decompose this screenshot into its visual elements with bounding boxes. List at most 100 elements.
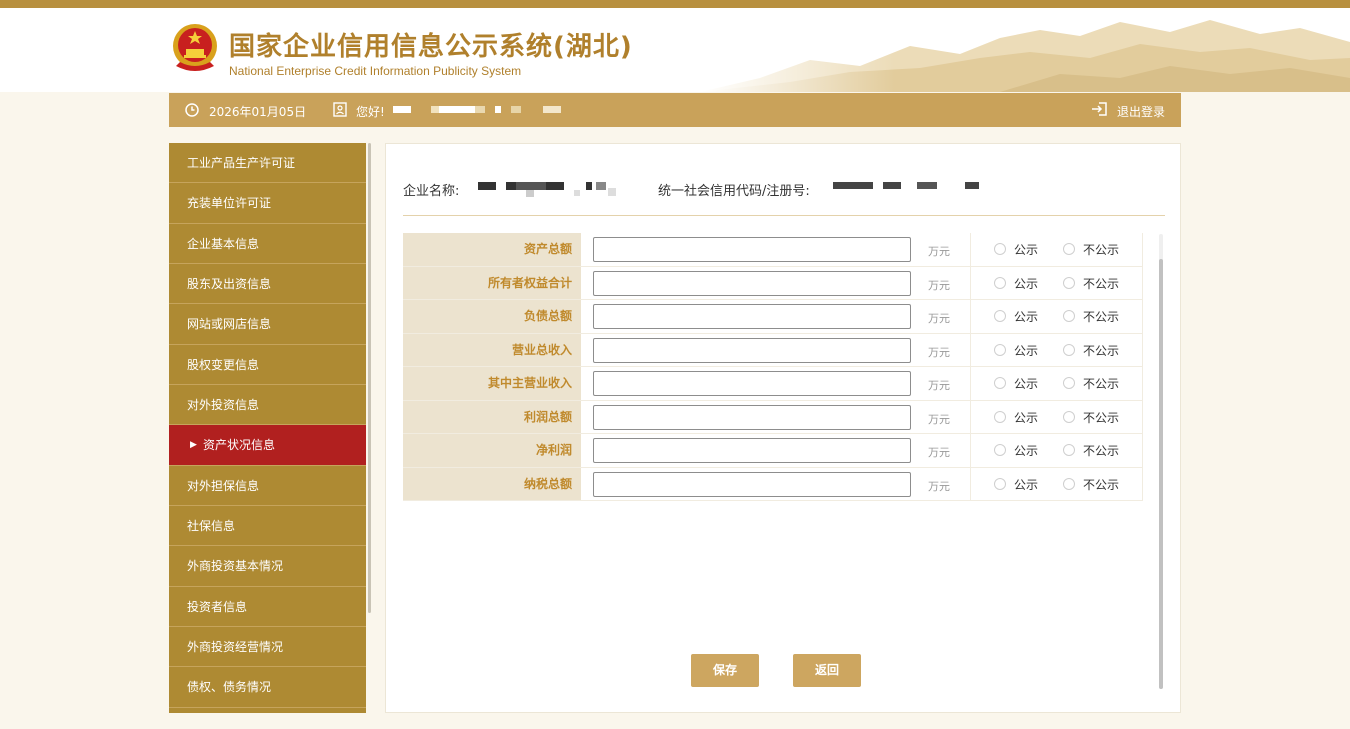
private-radio[interactable] bbox=[1063, 310, 1075, 322]
field-label: 营业总收入 bbox=[403, 333, 581, 366]
public-radio[interactable] bbox=[994, 310, 1006, 322]
public-radio-label[interactable]: 公示 bbox=[1014, 342, 1038, 359]
site-title: 国家企业信用信息公示系统(湖北) bbox=[229, 32, 633, 62]
public-radio-label[interactable]: 公示 bbox=[1014, 241, 1038, 258]
sidebar-item[interactable]: 债权、债务情况 bbox=[169, 667, 366, 708]
amount-input[interactable] bbox=[593, 270, 911, 296]
private-radio[interactable] bbox=[1063, 243, 1075, 255]
public-radio-label[interactable]: 公示 bbox=[1014, 476, 1038, 493]
private-radio-label[interactable]: 不公示 bbox=[1083, 342, 1119, 359]
amount-input[interactable] bbox=[593, 404, 911, 430]
form-row: 负债总额 万元 公示 不公示 bbox=[403, 300, 1143, 334]
public-radio[interactable] bbox=[994, 377, 1006, 389]
private-radio-label[interactable]: 不公示 bbox=[1083, 442, 1119, 459]
public-radio-label[interactable]: 公示 bbox=[1014, 409, 1038, 426]
sidebar-item[interactable]: 股东及出资信息 bbox=[169, 264, 366, 305]
info-bar: 2026年01月05日 您好! 退出登录 bbox=[169, 93, 1181, 127]
private-radio[interactable] bbox=[1063, 276, 1075, 289]
private-radio-label[interactable]: 不公示 bbox=[1083, 308, 1119, 325]
table-edge bbox=[1142, 333, 1143, 366]
unit-label: 万元 bbox=[928, 345, 950, 359]
public-radio-label[interactable]: 公示 bbox=[1014, 275, 1038, 292]
column-divider bbox=[970, 367, 971, 400]
column-divider bbox=[970, 233, 971, 266]
site-subtitle: National Enterprise Credit Information P… bbox=[229, 64, 522, 78]
public-radio-label[interactable]: 公示 bbox=[1014, 442, 1038, 459]
back-button[interactable]: 返回 bbox=[793, 654, 861, 687]
form-row: 其中主营业收入 万元 公示 不公示 bbox=[403, 367, 1143, 401]
private-radio[interactable] bbox=[1063, 343, 1075, 356]
column-divider bbox=[970, 300, 971, 333]
public-radio-label[interactable]: 公示 bbox=[1014, 375, 1038, 392]
sidebar-item[interactable]: 网站或网店信息 bbox=[169, 304, 366, 345]
private-radio-label[interactable]: 不公示 bbox=[1083, 375, 1119, 392]
private-radio[interactable] bbox=[1063, 477, 1075, 490]
private-radio-label[interactable]: 不公示 bbox=[1083, 275, 1119, 292]
sidebar-item-label: 股权变更信息 bbox=[187, 357, 260, 372]
sidebar-item[interactable]: 工业产品生产许可证 bbox=[169, 143, 366, 184]
public-radio[interactable] bbox=[994, 410, 1006, 423]
amount-input[interactable] bbox=[593, 237, 911, 262]
field-label: 利润总额 bbox=[403, 400, 581, 433]
private-radio[interactable] bbox=[1063, 410, 1075, 423]
sidebar-item[interactable]: 充装单位许可证 bbox=[169, 183, 366, 224]
private-radio-label[interactable]: 不公示 bbox=[1083, 409, 1119, 426]
sidebar-item[interactable]: 股权变更信息 bbox=[169, 345, 366, 386]
sidebar-item[interactable]: 企业基本信息 bbox=[169, 224, 366, 265]
public-radio[interactable] bbox=[994, 444, 1006, 456]
public-radio[interactable] bbox=[994, 477, 1006, 490]
sidebar-scrollbar[interactable] bbox=[368, 143, 371, 613]
form-row: 利润总额 万元 公示 不公示 bbox=[403, 400, 1143, 434]
logout-link[interactable]: 退出登录 bbox=[1117, 103, 1165, 120]
form-row: 纳税总额 万元 公示 不公示 bbox=[403, 467, 1143, 501]
sidebar-item-label: 社保信息 bbox=[187, 519, 236, 534]
header-divider bbox=[403, 215, 1165, 216]
sidebar-item-label: 工业产品生产许可证 bbox=[187, 156, 296, 170]
table-edge bbox=[1142, 367, 1143, 400]
sidebar-item[interactable]: 投资者信息 bbox=[169, 587, 366, 628]
sidebar-item[interactable]: ▶ 资产状况信息 bbox=[169, 425, 366, 466]
credit-code-label: 统一社会信用代码/注册号: bbox=[658, 184, 810, 199]
amount-input[interactable] bbox=[593, 371, 911, 396]
sidebar-item[interactable]: 社保信息 bbox=[169, 506, 366, 547]
save-button[interactable]: 保存 bbox=[691, 654, 759, 687]
sidebar-item-label: 资产状况信息 bbox=[203, 438, 276, 453]
amount-input[interactable] bbox=[593, 337, 911, 363]
amount-input[interactable] bbox=[593, 471, 911, 497]
unit-label: 万元 bbox=[928, 479, 950, 493]
masked-username bbox=[393, 106, 561, 113]
private-radio[interactable] bbox=[1063, 377, 1075, 389]
asset-form-table: 资产总额 万元 公示 不公示 所有者权益合计 万元 公示 不公示 负债总额 万元 公示 不公示 营业总收… bbox=[403, 233, 1143, 501]
private-radio-label[interactable]: 不公示 bbox=[1083, 476, 1119, 493]
panel-scrollbar[interactable] bbox=[1159, 259, 1163, 689]
column-divider bbox=[970, 333, 971, 366]
private-radio-label[interactable]: 不公示 bbox=[1083, 241, 1119, 258]
field-label: 其中主营业收入 bbox=[403, 367, 581, 400]
public-radio[interactable] bbox=[994, 276, 1006, 289]
form-row: 所有者权益合计 万元 公示 不公示 bbox=[403, 266, 1143, 300]
sidebar-item[interactable]: 外商投资基本情况 bbox=[169, 546, 366, 587]
main-panel: 企业名称: 统一社会信用代码/注册号: 资产总额 万元 公示 不公示 所有者权益合计 万元… bbox=[385, 143, 1181, 713]
amount-input[interactable] bbox=[593, 304, 911, 329]
field-label: 资产总额 bbox=[403, 233, 581, 266]
public-radio[interactable] bbox=[994, 243, 1006, 255]
private-radio[interactable] bbox=[1063, 444, 1075, 456]
sidebar-item[interactable]: 对外投资信息 bbox=[169, 385, 366, 426]
masked-credit-code bbox=[833, 182, 979, 189]
sidebar-item-label: 对外投资信息 bbox=[187, 398, 260, 413]
column-divider bbox=[970, 266, 971, 299]
public-radio-label[interactable]: 公示 bbox=[1014, 308, 1038, 325]
national-emblem-icon bbox=[173, 24, 217, 71]
logout-icon[interactable] bbox=[1091, 101, 1109, 117]
form-row: 资产总额 万元 公示 不公示 bbox=[403, 233, 1143, 267]
table-edge bbox=[1142, 266, 1143, 299]
column-divider bbox=[970, 467, 971, 500]
sidebar-item[interactable]: 对外担保信息 bbox=[169, 466, 366, 507]
column-divider bbox=[970, 434, 971, 467]
clock-icon bbox=[185, 103, 199, 117]
masked-company-name bbox=[478, 182, 616, 197]
table-edge bbox=[1142, 400, 1143, 433]
public-radio[interactable] bbox=[994, 343, 1006, 356]
sidebar-item[interactable]: 外商投资经营情况 bbox=[169, 627, 366, 668]
amount-input[interactable] bbox=[593, 438, 911, 463]
